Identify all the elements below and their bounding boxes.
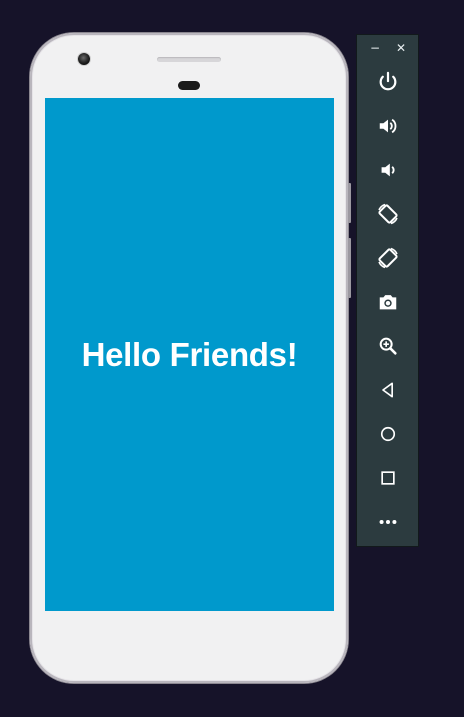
rotate-right-button[interactable] bbox=[373, 243, 403, 273]
power-button[interactable] bbox=[373, 67, 403, 97]
device-screen[interactable]: Hello Friends! bbox=[45, 98, 334, 611]
more-button[interactable] bbox=[373, 507, 403, 537]
emulator-toolbar: − ✕ bbox=[356, 34, 419, 547]
home-button[interactable] bbox=[373, 419, 403, 449]
overview-button[interactable] bbox=[373, 463, 403, 493]
back-icon bbox=[382, 382, 393, 398]
proximity-sensor bbox=[178, 81, 200, 90]
zoom-button[interactable] bbox=[373, 331, 403, 361]
earpiece-speaker bbox=[157, 57, 221, 62]
camera-icon bbox=[379, 295, 397, 310]
window-controls: − ✕ bbox=[357, 41, 418, 55]
more-icon bbox=[379, 519, 397, 525]
screenshot-button[interactable] bbox=[373, 287, 403, 317]
volume-up-button[interactable] bbox=[373, 111, 403, 141]
rotate-left-button[interactable] bbox=[373, 199, 403, 229]
rotate-left-icon bbox=[378, 203, 398, 225]
volume-down-button[interactable] bbox=[373, 155, 403, 185]
phone-side-button bbox=[348, 238, 351, 298]
home-icon bbox=[380, 426, 396, 442]
phone-frame: Hello Friends! bbox=[30, 33, 351, 683]
minimize-button[interactable]: − bbox=[368, 41, 382, 55]
volume-up-icon bbox=[379, 118, 397, 134]
front-camera bbox=[78, 53, 90, 65]
overview-icon bbox=[381, 471, 395, 485]
phone-side-button bbox=[348, 183, 351, 223]
zoom-icon bbox=[379, 337, 397, 355]
volume-down-icon bbox=[381, 163, 395, 177]
hello-message: Hello Friends! bbox=[81, 335, 298, 373]
close-button[interactable]: ✕ bbox=[394, 41, 408, 55]
power-icon bbox=[379, 71, 397, 91]
rotate-right-icon bbox=[378, 247, 398, 269]
back-button[interactable] bbox=[373, 375, 403, 405]
